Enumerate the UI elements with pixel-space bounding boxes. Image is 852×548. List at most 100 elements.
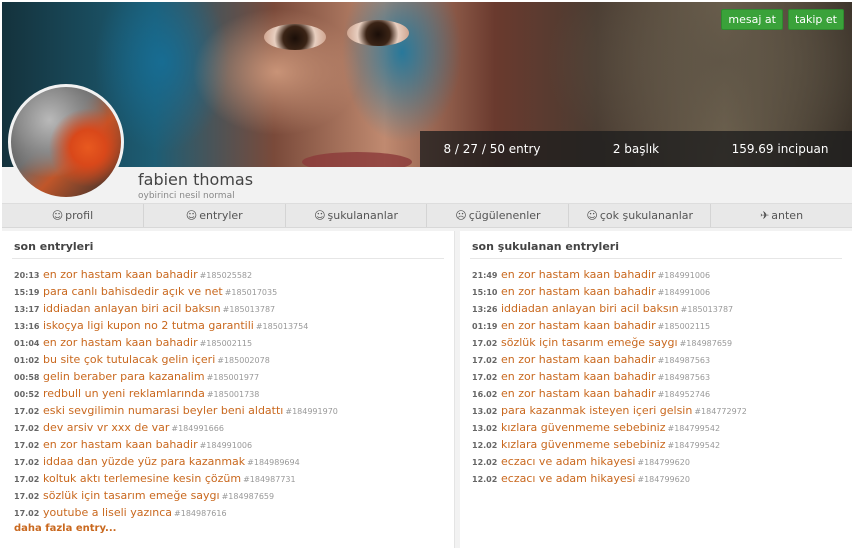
divider	[12, 258, 444, 259]
entry-id-link[interactable]: #184987659	[222, 492, 275, 501]
tab-anten[interactable]: ✈ anten	[711, 204, 852, 227]
entry-id-link[interactable]: #184799620	[637, 475, 690, 484]
entry-id-link[interactable]: #184987659	[680, 339, 733, 348]
entry-time: 17.02	[14, 475, 40, 484]
entry-id-link[interactable]: #184772972	[694, 407, 747, 416]
tab-cugulenenler[interactable]: ☹ çügülenenler	[427, 204, 570, 227]
entry-time: 13.02	[472, 407, 498, 416]
entry-title-link[interactable]: en zor hastam kaan bahadir	[43, 268, 198, 281]
tab-label: entryler	[199, 209, 243, 222]
entry-title-link[interactable]: sözlük için tasarım emeğe saygı	[43, 489, 220, 502]
entry-id-link[interactable]: #184987563	[658, 373, 711, 382]
follow-button[interactable]: takip et	[787, 9, 844, 30]
entry-id-link[interactable]: #185002115	[200, 339, 253, 348]
entry-time: 12.02	[472, 475, 498, 484]
tab-sukulananlar[interactable]: ☺ şukulananlar	[286, 204, 428, 227]
list-item: 20:13 en zor hastam kaan bahadir #18502558…	[14, 266, 338, 283]
entry-title-link[interactable]: kızlara güvenmeme sebebiniz	[501, 421, 666, 434]
entry-title-link[interactable]: en zor hastam kaan bahadir	[501, 387, 656, 400]
list-item: 01:19 en zor hastam kaan bahadir #18500211…	[472, 317, 747, 334]
points-stat: 159.69 incipuan	[731, 142, 829, 156]
entry-title-link[interactable]: para canlı bahisdedir açık ve net	[43, 285, 223, 298]
message-button[interactable]: mesaj at	[721, 9, 783, 30]
tab-cok-sukulananlar[interactable]: ☺ çok şukulananlar	[569, 204, 712, 227]
tab-entryler[interactable]: ☺ entryler	[144, 204, 286, 227]
entry-title-link[interactable]: en zor hastam kaan bahadir	[501, 285, 656, 298]
list-item: 17.02 en zor hastam kaan bahadir #18498756…	[472, 351, 747, 368]
entry-title-link[interactable]: sözlük için tasarım emeğe saygı	[501, 336, 678, 349]
tab-label: çügülenenler	[468, 209, 541, 222]
panel-title: son entryleri	[14, 240, 94, 253]
entry-id-link[interactable]: #184987731	[243, 475, 296, 484]
entry-id-link[interactable]: #185002115	[658, 322, 711, 331]
entry-id-link[interactable]: #185025582	[200, 271, 253, 280]
list-item: 17.02 youtube a liseli yazınca #184987616	[14, 504, 338, 521]
entry-title-link[interactable]: bu site çok tutulacak gelin içeri	[43, 353, 215, 366]
entry-id-link[interactable]: #184991006	[658, 271, 711, 280]
stats-bar: 8 / 27 / 50 entry 2 başlık 159.69 incipu…	[420, 131, 852, 167]
list-item: 12.02 eczacı ve adam hikayesi #184799620	[472, 470, 747, 487]
entry-id-link[interactable]: #185001977	[207, 373, 260, 382]
entry-title-link[interactable]: eczacı ve adam hikayesi	[501, 472, 635, 485]
entry-id-link[interactable]: #184799542	[668, 441, 721, 450]
entry-title-link[interactable]: en zor hastam kaan bahadir	[43, 438, 198, 451]
entry-id-link[interactable]: #184799620	[637, 458, 690, 467]
user-generation: oybirinci nesil normal	[138, 191, 235, 201]
entry-id-link[interactable]: #185013787	[681, 305, 734, 314]
entry-time: 15:10	[472, 288, 498, 297]
entry-title-link[interactable]: para kazanmak isteyen içeri gelsin	[501, 404, 692, 417]
entry-count-stat[interactable]: 8 / 27 / 50 entry	[420, 142, 564, 156]
entry-title-link[interactable]: iddiadan anlayan biri acil baksın	[43, 302, 221, 315]
entry-title-link[interactable]: en zor hastam kaan bahadir	[501, 268, 656, 281]
entry-title-link[interactable]: kızlara güvenmeme sebebiniz	[501, 438, 666, 451]
entry-title-link[interactable]: en zor hastam kaan bahadir	[501, 353, 656, 366]
topic-count-stat[interactable]: 2 başlık	[564, 142, 708, 156]
entry-id-link[interactable]: #185013754	[256, 322, 309, 331]
smile-icon: ☺	[314, 209, 326, 222]
entry-id-link[interactable]: #184987616	[174, 509, 227, 518]
entry-id-link[interactable]: #184987563	[658, 356, 711, 365]
entry-id-link[interactable]: #184991006	[658, 288, 711, 297]
list-item: 17.02 en zor hastam kaan bahadir #18498756…	[472, 368, 747, 385]
entry-title-link[interactable]: iddiadan anlayan biri acil baksın	[501, 302, 679, 315]
entry-time: 12.02	[472, 458, 498, 467]
list-item: 17.02 sözlük için tasarım emeğe saygı #184…	[14, 487, 338, 504]
grin-icon: ☺	[586, 209, 598, 222]
entry-title-link[interactable]: iddaa dan yüzde yüz para kazanmak	[43, 455, 245, 468]
entry-id-link[interactable]: #185017035	[225, 288, 278, 297]
entry-title-link[interactable]: en zor hastam kaan bahadir	[43, 336, 198, 349]
tab-profil[interactable]: ☺ profil	[2, 204, 144, 227]
entry-id-link[interactable]: #184952746	[658, 390, 711, 399]
entry-title-link[interactable]: dev arsiv vr xxx de var	[43, 421, 169, 434]
entry-id-link[interactable]: #185002078	[217, 356, 270, 365]
entry-title-link[interactable]: youtube a liseli yazınca	[43, 506, 172, 519]
more-entries-link[interactable]: daha fazla entry...	[14, 523, 116, 534]
entry-title-link[interactable]: en zor hastam kaan bahadir	[501, 319, 656, 332]
entry-id-link[interactable]: #184991006	[200, 441, 253, 450]
entry-id-link[interactable]: #184799542	[668, 424, 721, 433]
list-item: 17.02 koltuk aktı terlemesine kesin çözüm…	[14, 470, 338, 487]
entry-id-link[interactable]: #184989694	[247, 458, 300, 467]
entry-title-link[interactable]: eczacı ve adam hikayesi	[501, 455, 635, 468]
entry-id-link[interactable]: #185013787	[223, 305, 276, 314]
entry-id-link[interactable]: #184991970	[285, 407, 338, 416]
entry-title-link[interactable]: gelin beraber para kazanalim	[43, 370, 205, 383]
entry-id-link[interactable]: #184991666	[171, 424, 224, 433]
entry-title-link[interactable]: koltuk aktı terlemesine kesin çözüm	[43, 472, 241, 485]
entry-list: 20:13 en zor hastam kaan bahadir #18502558…	[14, 266, 338, 521]
smile-icon: ☺	[185, 209, 198, 222]
entry-id-link[interactable]: #185001738	[207, 390, 260, 399]
cover-eye-right	[347, 20, 409, 46]
list-item: 15:19 para canlı bahisdedir açık ve net #1…	[14, 283, 338, 300]
entry-time: 17.02	[14, 424, 40, 433]
entry-time: 17.02	[14, 407, 40, 416]
entry-title-link[interactable]: eski sevgilimin numarasi beyler beni ald…	[43, 404, 283, 417]
entry-title-link[interactable]: iskoçya ligi kupon no 2 tutma garantili	[43, 319, 254, 332]
list-item: 01:02 bu site çok tutulacak gelin içeri #1…	[14, 351, 338, 368]
entry-title-link[interactable]: en zor hastam kaan bahadir	[501, 370, 656, 383]
list-item: 21:49 en zor hastam kaan bahadir #18499100…	[472, 266, 747, 283]
entry-title-link[interactable]: redbull un yeni reklamlarında	[43, 387, 205, 400]
avatar[interactable]	[8, 84, 124, 200]
entry-list: 21:49 en zor hastam kaan bahadir #18499100…	[472, 266, 747, 487]
list-item: 13.02 kızlara güvenmeme sebebiniz #1847995…	[472, 419, 747, 436]
